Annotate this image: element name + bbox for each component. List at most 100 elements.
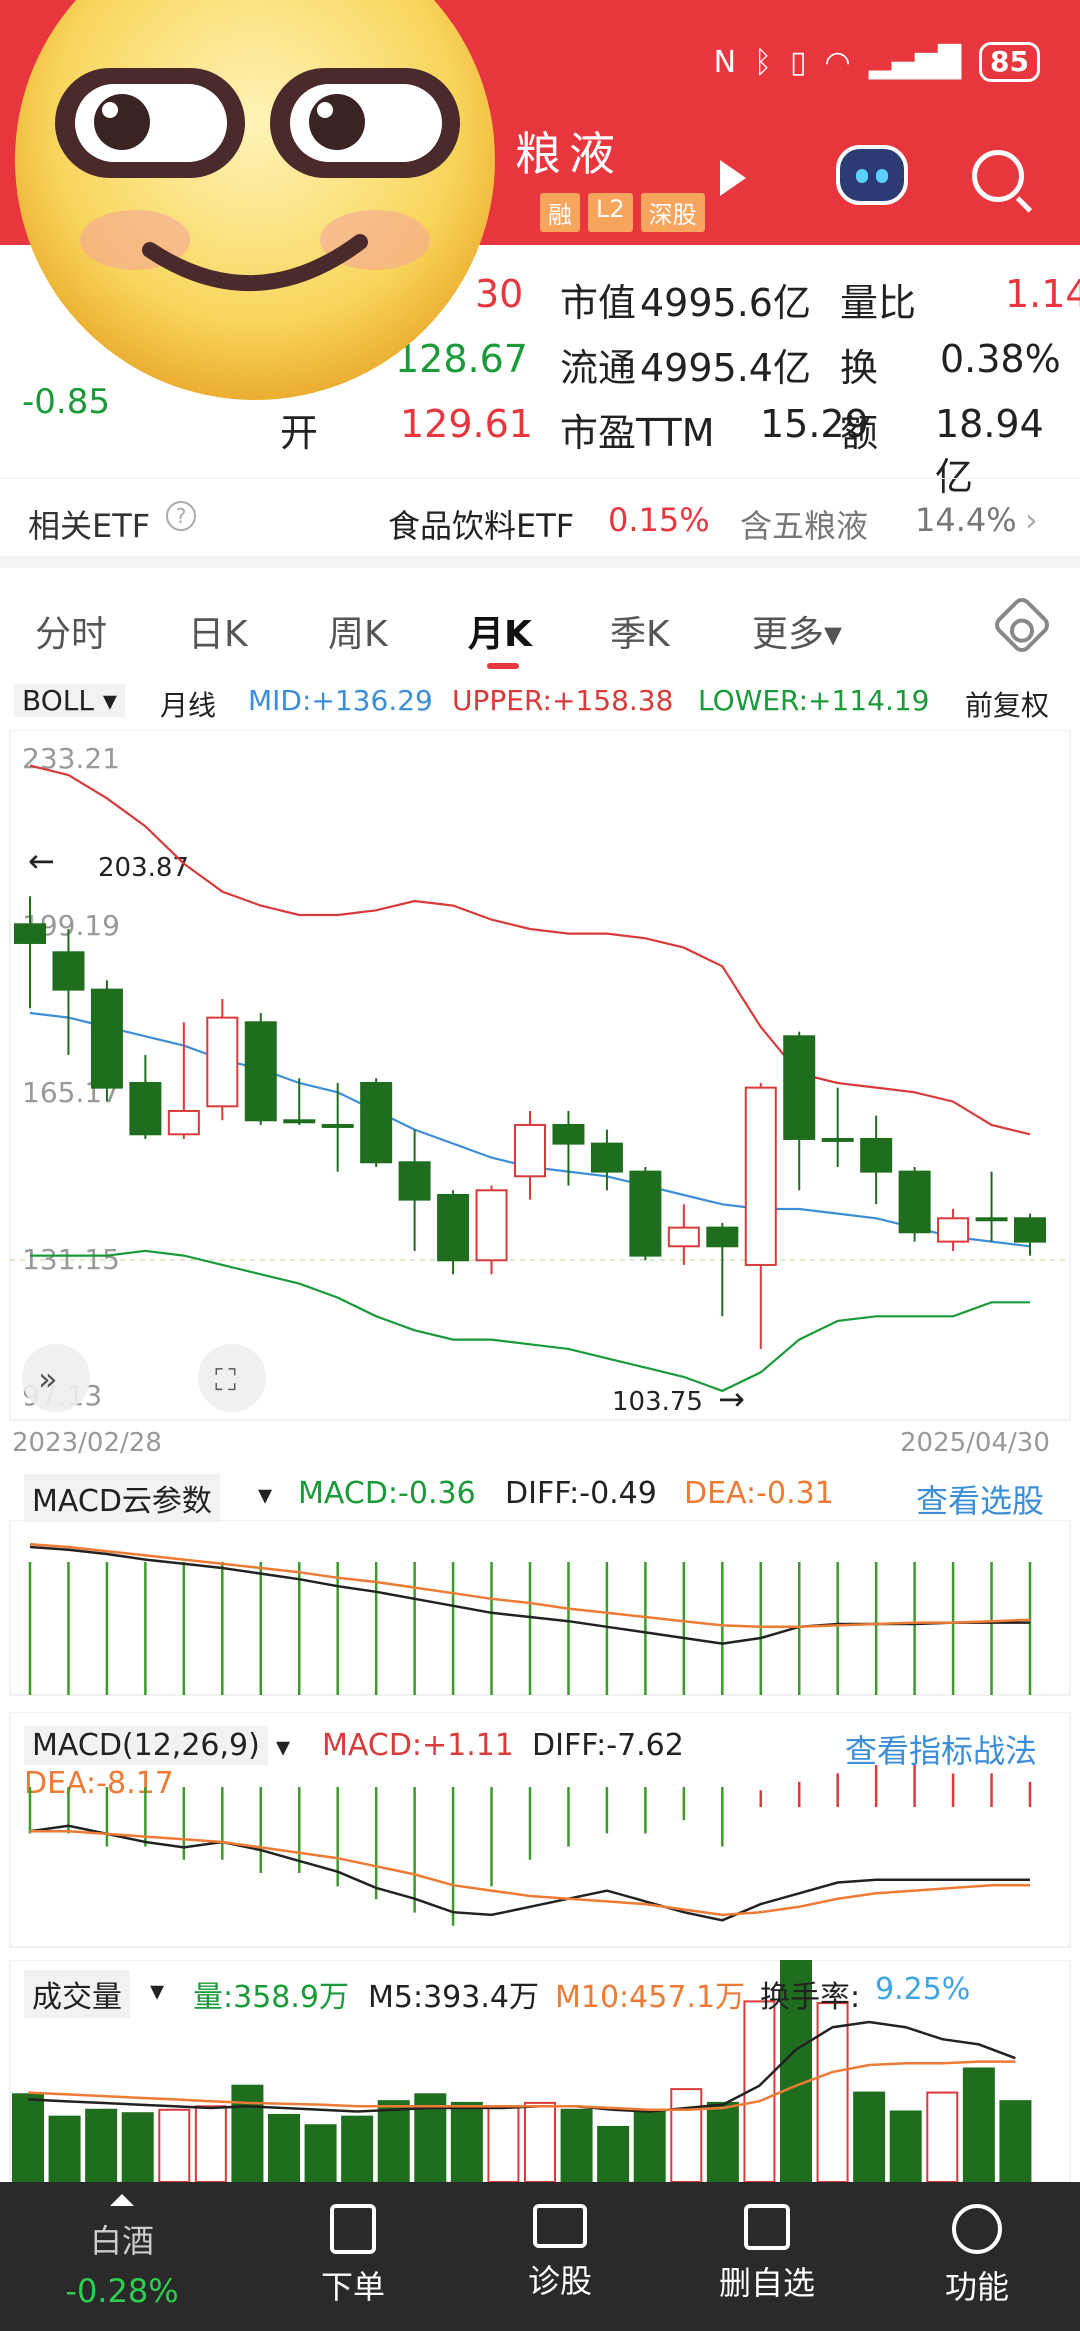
candle-body xyxy=(283,1119,316,1124)
period-label: 月线 xyxy=(160,689,217,722)
volume-arrow-icon[interactable]: ▾ xyxy=(150,1974,164,2007)
volume-ratio-label: 量比 xyxy=(840,281,917,325)
remove-watchlist-label: 删自选 xyxy=(718,2264,815,2302)
tab-monthly[interactable]: 月K xyxy=(468,605,532,657)
tag-sgt: 深股 xyxy=(640,193,705,232)
candle-body xyxy=(744,1086,777,1266)
candle-body xyxy=(975,1217,1008,1222)
wifi-icon: ◠ xyxy=(824,44,851,80)
turnover-value: 0.38% xyxy=(940,337,1061,381)
tab-quarterly[interactable]: 季K xyxy=(610,605,670,657)
candle-body xyxy=(244,1021,277,1122)
boll-indicator-bar: BOLL ▾ 月线 MID:+136.29 UPPER:+158.38 LOWE… xyxy=(0,678,1080,724)
candle-body xyxy=(706,1226,739,1248)
macd-layer xyxy=(28,1765,1032,1926)
battery-level: 85 xyxy=(979,42,1040,82)
sector-button[interactable]: 白酒 -0.28% xyxy=(52,2194,192,2310)
volume-bar xyxy=(524,2101,556,2182)
volume-bar xyxy=(231,2084,264,2182)
macd-cloud-select[interactable]: MACD云参数 xyxy=(24,1474,220,1522)
chevron-right-icon[interactable]: › xyxy=(1025,501,1038,539)
active-tab-indicator xyxy=(487,663,519,669)
volume-bar xyxy=(194,2105,227,2182)
sector-name: 白酒 xyxy=(89,2222,154,2260)
macd-cloud-dea: DEA:-0.31 xyxy=(684,1476,834,1511)
candle-body xyxy=(1014,1217,1046,1243)
tab-weekly[interactable]: 周K xyxy=(328,605,388,657)
diagnose-button[interactable]: 诊股 xyxy=(490,2204,630,2302)
pe-label: 市盈TTM xyxy=(560,411,715,455)
candle-body xyxy=(321,1123,354,1128)
stock-tags: 融 L2 深股 xyxy=(540,193,705,232)
volume-bar xyxy=(999,2100,1032,2182)
macd-cloud-macd: MACD:-0.36 xyxy=(298,1476,476,1511)
volume-bar xyxy=(560,2108,593,2182)
view-screener-link[interactable]: 查看选股 xyxy=(916,1476,1044,1522)
etf-name[interactable]: 食品饮料ETF xyxy=(388,501,574,547)
volume-bar xyxy=(816,2002,849,2182)
candle-body xyxy=(129,1081,162,1136)
remove-watchlist-button[interactable]: 删自选 xyxy=(697,2204,837,2304)
macd-cloud-arrow-icon[interactable]: ▾ xyxy=(258,1478,272,1511)
boll-upper-line xyxy=(29,764,1031,1136)
macd-cloud-layer xyxy=(28,1542,1032,1695)
volume-bar xyxy=(268,2113,300,2182)
expand-icon[interactable]: ⛶ xyxy=(215,1363,236,1398)
volume-bar xyxy=(377,2100,410,2182)
candle-body xyxy=(667,1226,700,1248)
volume-bar xyxy=(12,2093,44,2182)
price-adjust-select[interactable]: 前复权 xyxy=(965,684,1049,724)
order-button[interactable]: 下单 xyxy=(283,2204,423,2308)
market-cap-label: 市值 xyxy=(560,281,637,325)
next-stock-arrow-icon[interactable] xyxy=(720,160,746,196)
search-icon[interactable] xyxy=(972,150,1024,202)
candle-body xyxy=(167,1109,200,1136)
functions-button[interactable]: 功能 xyxy=(907,2204,1047,2308)
volume-select[interactable]: 成交量 xyxy=(24,1970,130,2018)
related-etf-label: 相关ETF xyxy=(28,507,151,545)
candle-body xyxy=(860,1137,893,1173)
candle-body xyxy=(52,951,85,991)
volume-bar xyxy=(670,2088,703,2182)
vibrate-icon: ▯ xyxy=(790,44,807,80)
macd-chart xyxy=(9,1712,1071,1948)
float-cap-label: 流通 xyxy=(560,346,637,390)
candle-body xyxy=(629,1170,662,1257)
holding-text: 含五粮液 xyxy=(740,507,869,545)
volume-bar xyxy=(633,2108,666,2182)
boll-mid: MID:+136.29 xyxy=(248,684,433,717)
robot-assistant-icon[interactable] xyxy=(836,145,908,205)
etf-change: 0.15% xyxy=(608,501,710,539)
candle-body xyxy=(937,1217,970,1243)
left-arrow-icon: ← xyxy=(28,842,55,880)
tab-more[interactable]: 更多▾ xyxy=(752,605,842,657)
related-etf-row[interactable]: 相关ETF ? 食品饮料ETF 0.15% 含五粮液 14.4% › xyxy=(0,478,1080,568)
tab-daily[interactable]: 日K xyxy=(188,605,248,657)
indicator-select[interactable]: BOLL ▾ xyxy=(14,684,125,717)
signal-icon: ▂▄▆█ xyxy=(868,44,962,80)
monthly-k-chart[interactable]: 233.21 199.19 165.17 131.15 97.13 203.87… xyxy=(0,730,1080,1450)
volume-bar xyxy=(121,2112,154,2182)
candle-body xyxy=(475,1189,508,1262)
order-document-icon xyxy=(330,2204,376,2254)
candle-body xyxy=(898,1170,931,1234)
volume-bar xyxy=(85,2108,118,2182)
open-label: 开 xyxy=(280,411,319,455)
sector-change: -0.28% xyxy=(65,2272,179,2310)
tab-intraday[interactable]: 分时 xyxy=(35,605,107,657)
market-cap-value: 4995.6亿 xyxy=(640,281,811,325)
nfc-icon: N xyxy=(713,44,737,80)
double-chevron-right-icon[interactable]: » xyxy=(38,1360,58,1398)
boll-upper: UPPER:+158.38 xyxy=(452,684,674,717)
macd-cloud-chart xyxy=(9,1520,1071,1696)
stock-name[interactable]: 粮液 xyxy=(515,118,623,184)
status-bar: N ᛒ ▯ ◠ ▂▄▆█ 85 xyxy=(714,38,1040,86)
bottom-toolbar: 白酒 -0.28% 下单 诊股 删自选 功能 xyxy=(0,2182,1080,2331)
help-icon[interactable]: ? xyxy=(166,501,196,531)
macd-cloud-diff: DIFF:-0.49 xyxy=(505,1476,657,1511)
candle-body xyxy=(398,1161,431,1201)
menu-circle-icon xyxy=(952,2204,1002,2254)
caret-up-icon xyxy=(110,2194,134,2206)
volume-m5: M5:393.4万 xyxy=(368,1980,539,2015)
candle-body xyxy=(206,1016,239,1108)
